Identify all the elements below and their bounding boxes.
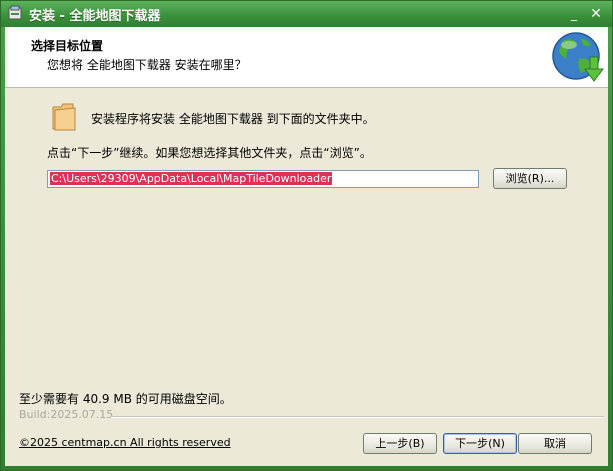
installer-app-icon — [8, 5, 22, 20]
install-path-value: C:\Users\29309\AppData\Local\MapTileDown… — [50, 172, 333, 185]
page-subtitle: 您想将 全能地图下载器 安装在哪里？ — [47, 58, 247, 72]
browse-button[interactable]: 浏览(R)... — [493, 168, 567, 189]
globe-download-icon — [552, 32, 604, 82]
wizard-header: 选择目标位置 您想将 全能地图下载器 安装在哪里？ — [5, 27, 608, 88]
back-button[interactable]: 上一步(B) — [363, 433, 437, 454]
build-version: Build:2025.07.15 — [19, 408, 114, 421]
minimize-button[interactable]: _ — [566, 6, 582, 22]
folder-icon — [52, 103, 76, 131]
disk-space-text: 至少需要有 40.9 MB 的可用磁盘空间。 — [19, 392, 232, 406]
next-button[interactable]: 下一步(N) — [443, 433, 517, 454]
instruction-text: 点击“下一步”继续。如果您想选择其他文件夹，点击“浏览”。 — [47, 146, 372, 160]
divider — [111, 416, 604, 418]
wizard-body: 安装程序将安装 全能地图下载器 到下面的文件夹中。 点击“下一步”继续。如果您想… — [5, 88, 608, 466]
copyright-link[interactable]: ©2025 centmap.cn All rights reserved — [19, 436, 231, 449]
title-bar[interactable]: 安装 - 全能地图下载器 _ ✕ — [1, 1, 612, 27]
build-row: Build:2025.07.15 — [19, 408, 604, 422]
install-path-input[interactable]: C:\Users\29309\AppData\Local\MapTileDown… — [47, 170, 479, 188]
window-title: 安装 - 全能地图下载器 — [29, 9, 161, 24]
close-button[interactable]: ✕ — [588, 6, 604, 22]
installer-window: 安装 - 全能地图下载器 _ ✕ 选择目标位置 您想将 全能地图下载器 安装在哪… — [0, 0, 613, 471]
install-info-text: 安装程序将安装 全能地图下载器 到下面的文件夹中。 — [91, 112, 375, 126]
cancel-button[interactable]: 取消 — [518, 433, 592, 454]
page-title: 选择目标位置 — [31, 39, 104, 53]
